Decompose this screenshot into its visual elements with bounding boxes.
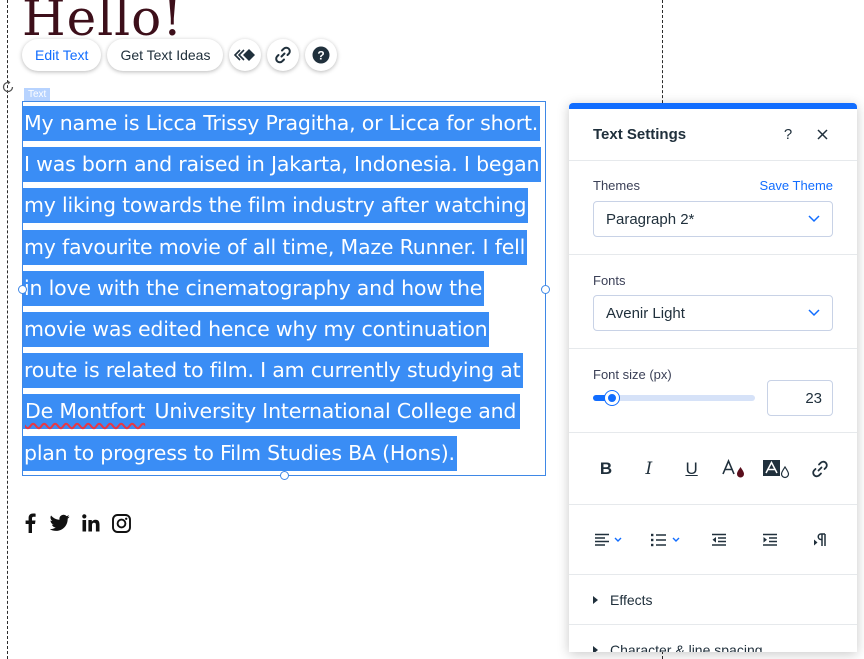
- link-icon: [275, 46, 292, 64]
- link-button[interactable]: [267, 39, 300, 71]
- misspelled-word[interactable]: De Montfort: [24, 399, 148, 424]
- edit-text-button[interactable]: Edit Text: [22, 39, 102, 71]
- underline-icon: U: [685, 459, 698, 478]
- text-line: movie was edited hence why my continuati…: [23, 316, 490, 341]
- panel-close-button[interactable]: [811, 124, 833, 146]
- save-theme-link[interactable]: Save Theme: [760, 178, 833, 193]
- text-line: in love with the cinematography and how …: [23, 275, 485, 300]
- list-dropdown[interactable]: [646, 523, 686, 557]
- expand-arrow-icon: [593, 645, 598, 652]
- text-color-icon: [722, 459, 745, 478]
- format-section: B I U: [569, 433, 857, 505]
- get-text-ideas-button[interactable]: Get Text Ideas: [107, 39, 224, 71]
- help-icon: ?: [312, 46, 330, 64]
- insert-link-button[interactable]: [803, 452, 837, 486]
- panel-help-button[interactable]: ?: [777, 124, 799, 146]
- element-toolbar: Edit Text Get Text Ideas ?: [22, 39, 338, 71]
- increase-indent-icon: [762, 533, 777, 546]
- twitter-icon[interactable]: [50, 514, 70, 532]
- theme-dropdown[interactable]: Paragraph 2*: [593, 201, 833, 237]
- bold-button[interactable]: B: [589, 452, 623, 486]
- theme-dropdown-value: Paragraph 2*: [606, 210, 695, 228]
- slider-handle[interactable]: [605, 391, 620, 405]
- font-dropdown-value: Avenir Light: [606, 304, 685, 322]
- social-bar: [22, 513, 131, 533]
- element-type-tag: Text: [24, 88, 51, 101]
- facebook-icon[interactable]: [22, 513, 38, 533]
- themes-section: Themes Save Theme Paragraph 2*: [569, 161, 857, 255]
- font-size-input[interactable]: [767, 380, 833, 416]
- alignment-dropdown[interactable]: [589, 523, 629, 557]
- highlight-color-button[interactable]: [760, 452, 794, 486]
- paragraph-text[interactable]: My name is Licca Trissy Pragitha, or Lic…: [23, 103, 547, 474]
- font-dropdown[interactable]: Avenir Light: [593, 295, 833, 331]
- themes-label: Themes: [593, 178, 640, 193]
- fonts-label: Fonts: [593, 273, 626, 288]
- italic-icon: I: [645, 459, 653, 479]
- underline-button[interactable]: U: [675, 452, 709, 486]
- resize-handle-right[interactable]: [541, 285, 550, 294]
- effects-label: Effects: [610, 591, 653, 608]
- rotate-icon[interactable]: [1, 80, 15, 94]
- bulleted-list-icon: [650, 533, 679, 547]
- resize-handle-left[interactable]: [18, 285, 27, 294]
- highlight-icon: [763, 460, 790, 479]
- increase-indent-button[interactable]: [753, 523, 787, 557]
- animation-button[interactable]: [229, 39, 262, 71]
- text-line: my favourite movie of all time, Maze Run…: [23, 234, 528, 259]
- decrease-indent-button[interactable]: [702, 523, 736, 557]
- paragraph-section: [569, 505, 857, 575]
- chevron-down-icon: [808, 215, 820, 223]
- decrease-indent-icon: [712, 533, 726, 546]
- text-line: I was born and raised in Jakarta, Indone…: [23, 152, 542, 177]
- instagram-icon[interactable]: [112, 513, 131, 533]
- font-size-slider[interactable]: [593, 391, 755, 405]
- close-icon: [816, 129, 828, 140]
- panel-header: Text Settings ?: [569, 109, 857, 161]
- text-line: route is related to film. I am currently…: [23, 358, 523, 383]
- text-element[interactable]: My name is Licca Trissy Pragitha, or Lic…: [18, 101, 550, 480]
- effects-expander[interactable]: Effects: [569, 575, 857, 625]
- panel-title: Text Settings: [593, 126, 687, 143]
- bold-icon: B: [599, 459, 613, 478]
- text-color-button[interactable]: [717, 452, 751, 486]
- character-spacing-label: Character & line spacing: [610, 641, 763, 653]
- chevron-down-icon: [808, 309, 820, 317]
- character-spacing-expander[interactable]: Character & line spacing: [569, 625, 857, 652]
- font-size-section: Font size (px): [569, 349, 857, 433]
- text-line: My name is Licca Trissy Pragitha, or Lic…: [23, 111, 541, 135]
- text-line: plan to progress to Film Studies BA (Hon…: [23, 440, 457, 465]
- text-settings-panel: Text Settings ? Themes Save Theme Paragr…: [569, 103, 857, 652]
- svg-text:?: ?: [318, 49, 325, 63]
- linkedin-icon[interactable]: [82, 514, 100, 532]
- italic-button[interactable]: I: [632, 452, 666, 486]
- resize-handle-bottom[interactable]: [280, 471, 289, 480]
- page-heading: Hello!: [22, 0, 184, 40]
- left-guide-line: [7, 0, 8, 659]
- link-icon: [812, 460, 828, 478]
- text-line: my liking towards the film industry afte…: [23, 193, 529, 218]
- align-left-icon: [595, 533, 622, 546]
- text-direction-icon: [814, 533, 826, 546]
- expand-arrow-icon: [593, 595, 598, 604]
- font-size-label: Font size (px): [593, 367, 672, 382]
- fonts-section: Fonts Avenir Light: [569, 255, 857, 349]
- help-button[interactable]: ?: [305, 39, 338, 71]
- text-direction-button[interactable]: [803, 523, 837, 557]
- animation-icon: [234, 49, 256, 61]
- text-line: De Montfort University International Col…: [23, 391, 547, 432]
